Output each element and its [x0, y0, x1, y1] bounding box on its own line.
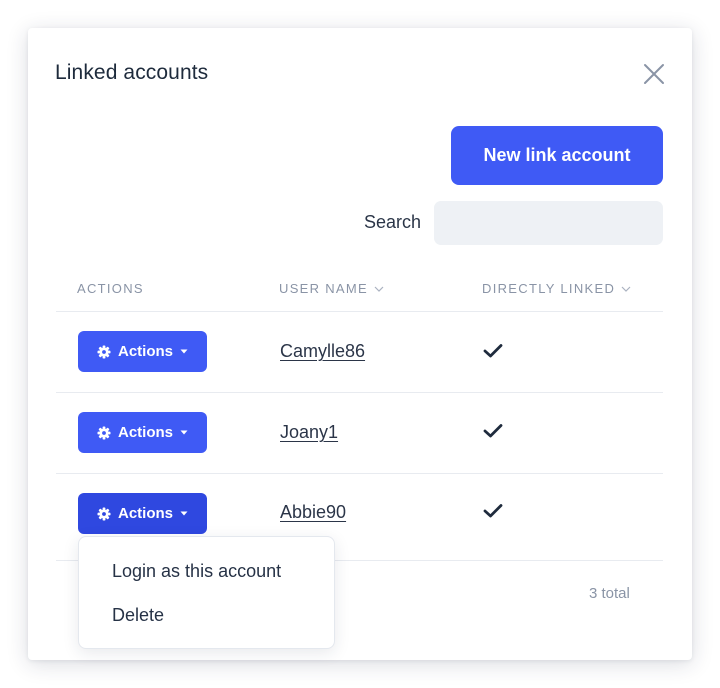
- row-actions-button[interactable]: Actions: [78, 493, 207, 534]
- modal-title: Linked accounts: [55, 61, 209, 84]
- check-icon: [483, 423, 503, 439]
- gear-icon: [97, 426, 111, 439]
- row-divider: [56, 311, 663, 312]
- column-header-label: USER NAME: [279, 281, 368, 296]
- column-header-directly-linked[interactable]: DIRECTLY LINKED: [482, 281, 631, 296]
- gear-icon: [97, 345, 111, 358]
- check-icon: [483, 503, 503, 519]
- user-name-link[interactable]: Abbie90: [280, 502, 346, 523]
- actions-label: Actions: [117, 505, 173, 522]
- chevron-down-icon: [621, 286, 631, 292]
- total-count: 3 total: [589, 585, 630, 602]
- search-label: Search: [364, 212, 422, 232]
- row-actions-button[interactable]: Actions: [78, 331, 207, 372]
- menu-item-delete[interactable]: Delete: [112, 605, 164, 626]
- caret-down-icon: [180, 511, 188, 516]
- user-name-link[interactable]: Camylle86: [280, 341, 365, 362]
- actions-label: Actions: [117, 424, 173, 441]
- column-header-label: ACTIONS: [77, 281, 144, 296]
- close-icon: [644, 64, 664, 84]
- column-header-user-name[interactable]: USER NAME: [279, 281, 384, 296]
- user-name-link[interactable]: Joany1: [280, 422, 338, 443]
- gear-icon: [97, 507, 111, 520]
- caret-down-icon: [180, 430, 188, 435]
- row-divider: [56, 473, 663, 474]
- column-header-actions: ACTIONS: [77, 281, 144, 296]
- chevron-down-icon: [374, 286, 384, 292]
- check-icon: [483, 343, 503, 359]
- row-actions-button[interactable]: Actions: [78, 412, 207, 453]
- row-divider: [56, 392, 663, 393]
- actions-label: Actions: [117, 343, 173, 360]
- linked-accounts-modal: Linked accounts New link account Search …: [28, 28, 692, 660]
- menu-item-login-as-account[interactable]: Login as this account: [112, 561, 281, 582]
- new-link-account-button[interactable]: New link account: [451, 126, 663, 185]
- column-header-label: DIRECTLY LINKED: [482, 281, 616, 296]
- actions-dropdown-menu: Login as this account Delete: [78, 536, 335, 649]
- close-button[interactable]: [640, 60, 668, 88]
- caret-down-icon: [180, 349, 188, 354]
- search-input[interactable]: [434, 201, 663, 245]
